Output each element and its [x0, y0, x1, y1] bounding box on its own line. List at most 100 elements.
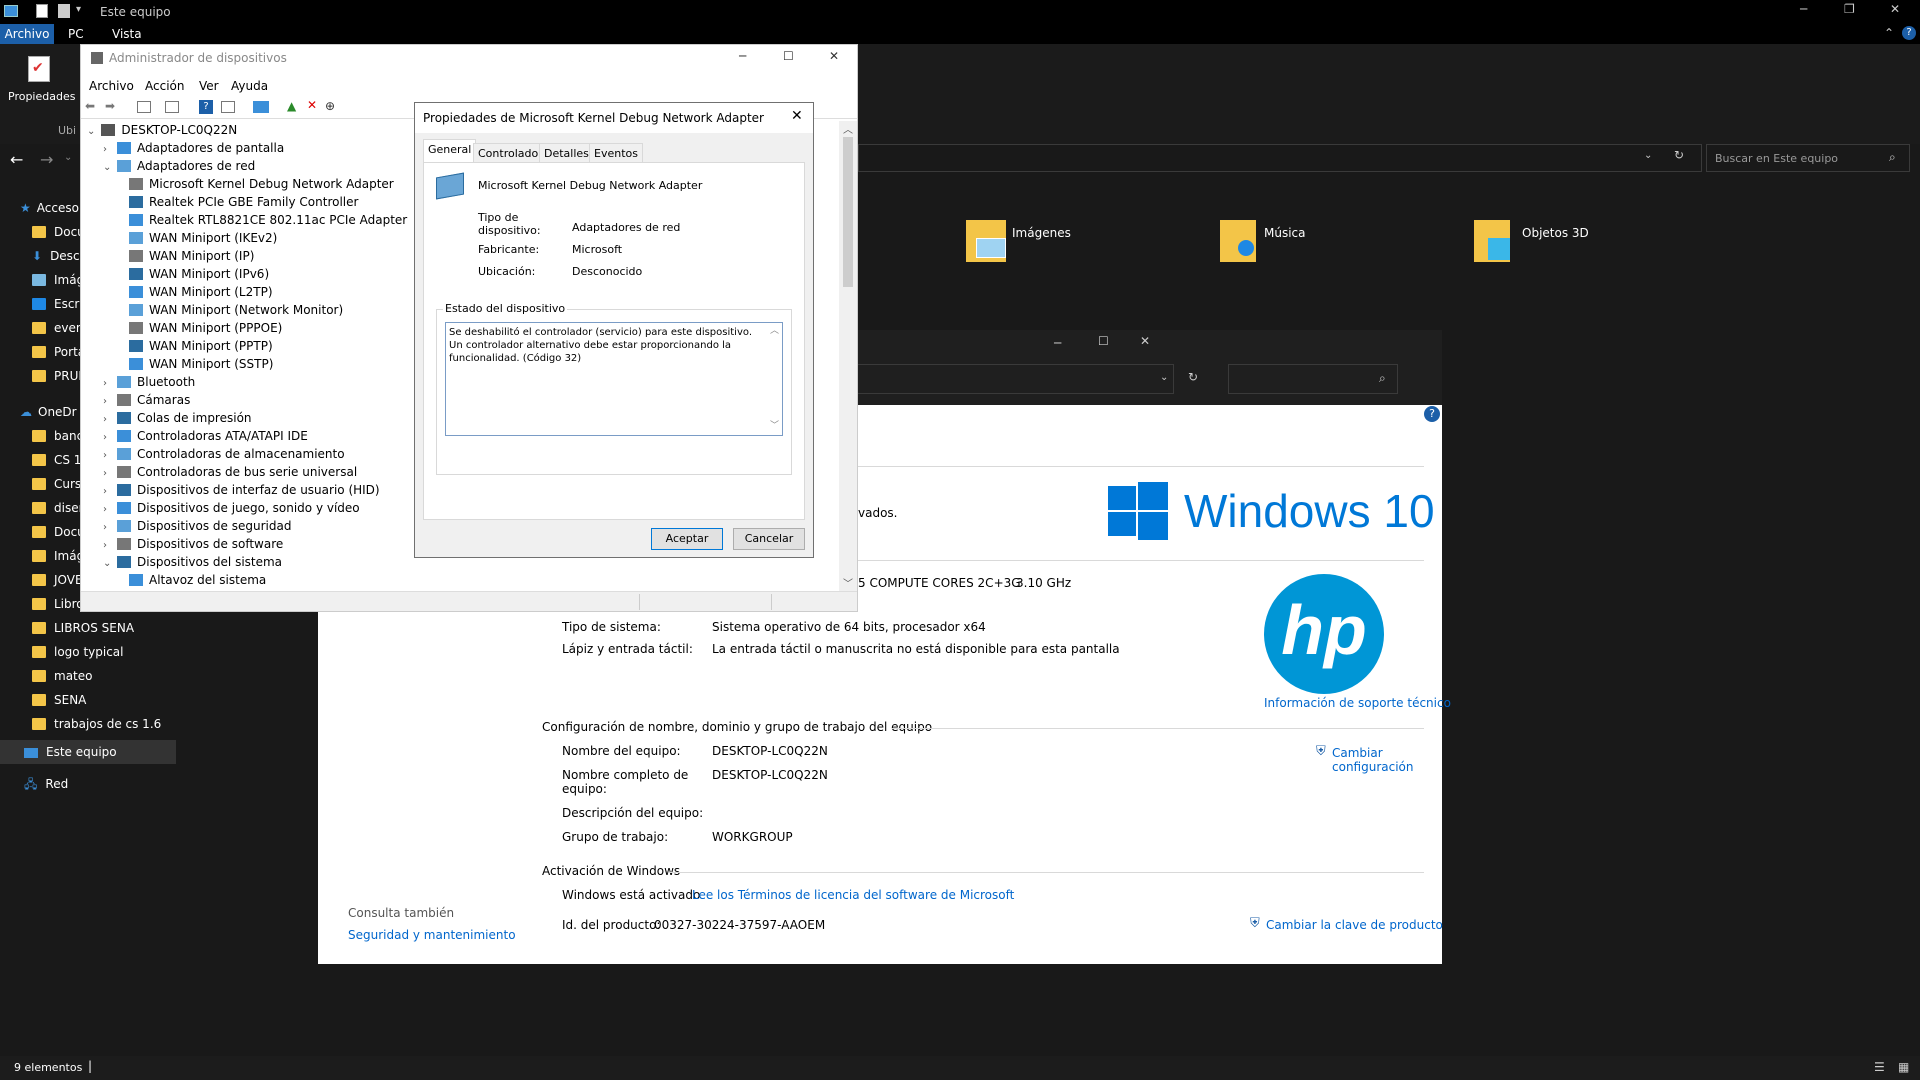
tree-item[interactable]: WAN Miniport (IPv6)	[129, 265, 269, 283]
close-icon[interactable]: ✕	[1140, 334, 1150, 348]
update-driver-icon[interactable]: ▲	[287, 99, 296, 113]
expanded-chevron-icon[interactable]: ⌄	[103, 555, 111, 573]
tree-item[interactable]: WAN Miniport (IKEv2)	[129, 229, 277, 247]
nav-item[interactable]: SENA	[32, 688, 190, 712]
menu-ayuda[interactable]: Ayuda	[231, 79, 268, 93]
help-toolbar-icon[interactable]: ?	[199, 100, 213, 114]
license-terms-link[interactable]: Lee los Términos de licencia del softwar…	[692, 888, 1014, 902]
minimize-icon[interactable]: ─	[1800, 2, 1807, 16]
tree-item[interactable]: › Bluetooth	[103, 373, 195, 391]
nav-network[interactable]: 🖧 Red	[24, 772, 182, 796]
tree-item[interactable]: › Dispositivos de interfaz de usuario (HI…	[103, 481, 380, 499]
tree-item[interactable]: › Dispositivos de software	[103, 535, 283, 553]
ribbon-collapse-icon[interactable]: ⌃	[1884, 26, 1894, 40]
minimize-icon[interactable]: ─	[739, 49, 746, 63]
tree-item[interactable]: WAN Miniport (SSTP)	[129, 355, 273, 373]
tab-pc[interactable]: PC	[68, 27, 84, 41]
nav-item[interactable]: trabajos de cs 1.6	[32, 712, 190, 736]
tree-item[interactable]: Realtek PCIe GBE Family Controller	[129, 193, 358, 211]
tree-item[interactable]: WAN Miniport (Network Monitor)	[129, 301, 343, 319]
folder-tile-imagenes[interactable]: Imágenes	[966, 218, 1116, 268]
menu-accion[interactable]: Acción	[145, 79, 184, 93]
recent-chevron-icon[interactable]: ⌄	[64, 152, 72, 163]
support-info-link[interactable]: Información de soporte técnico	[1264, 696, 1451, 710]
tab-controlador[interactable]: Controlador	[473, 143, 548, 163]
tiles-view-icon[interactable]: ▦	[1898, 1060, 1909, 1074]
close-icon[interactable]: ✕	[791, 108, 803, 124]
back-icon[interactable]: ⬅	[85, 99, 95, 113]
tree-item[interactable]: › Controladoras ATA/ATAPI IDE	[103, 427, 308, 445]
tree-item[interactable]: WAN Miniport (PPPOE)	[129, 319, 282, 337]
maximize-icon[interactable]: ❐	[1844, 2, 1855, 16]
minimize-icon[interactable]: ─	[1054, 336, 1061, 350]
tree-item[interactable]: › Controladoras de almacenamiento	[103, 445, 345, 463]
scan-hardware-icon[interactable]	[253, 101, 269, 113]
tree-item[interactable]: WAN Miniport (L2TP)	[129, 283, 273, 301]
uninstall-icon[interactable]: ✕	[307, 98, 317, 112]
properties-toolbar-icon[interactable]	[165, 101, 179, 113]
device-status-textbox[interactable]: Se deshabilitó el controlador (servicio)…	[445, 322, 783, 436]
tree-scrollbar[interactable]: ︿ ﹀	[839, 121, 857, 591]
tree-item[interactable]: ⌄ Adaptadores de red	[103, 157, 255, 175]
search-input[interactable]: Buscar en Este equipo ⌕	[1706, 144, 1910, 172]
close-icon[interactable]: ✕	[1890, 2, 1900, 16]
folder-tile-objetos-3d[interactable]: Objetos 3D	[1474, 218, 1634, 268]
tree-item[interactable]: Realtek RTL8821CE 802.11ac PCIe Adapter	[129, 211, 407, 229]
address-dropdown-icon[interactable]: ⌄	[1160, 372, 1168, 383]
tree-item[interactable]: ⌄ Dispositivos del sistema	[103, 553, 282, 571]
back-arrow-icon[interactable]: ←	[10, 150, 23, 169]
help-icon[interactable]: ?	[1902, 26, 1916, 40]
properties-button[interactable]: Propiedades	[8, 90, 75, 103]
tab-general[interactable]: General	[423, 139, 477, 163]
scroll-up-icon[interactable]: ︿	[770, 325, 779, 338]
tree-root[interactable]: ⌄ DESKTOP-LC0Q22N	[87, 121, 237, 139]
nav-this-pc[interactable]: Este equipo	[0, 740, 176, 764]
tab-eventos[interactable]: Eventos	[589, 143, 643, 163]
tab-detalles[interactable]: Detalles	[539, 143, 594, 163]
change-product-key-link[interactable]: Cambiar la clave de producto	[1266, 918, 1443, 932]
menu-archivo[interactable]: Archivo	[89, 79, 134, 93]
new-folder-qat-icon[interactable]	[58, 4, 70, 18]
tree-view-icon[interactable]	[137, 101, 151, 113]
cancel-button[interactable]: Cancelar	[733, 528, 805, 550]
view-toolbar-icon[interactable]	[221, 101, 235, 113]
details-view-icon[interactable]: ☰	[1874, 1060, 1885, 1074]
help-icon[interactable]: ?	[1424, 406, 1440, 422]
system-search-input[interactable]: ⌕	[1228, 364, 1398, 394]
maximize-icon[interactable]: ☐	[783, 49, 794, 63]
tree-item[interactable]: Altavoz del sistema	[129, 571, 266, 589]
tree-item[interactable]: › Controladoras de bus serie universal	[103, 463, 357, 481]
forward-arrow-icon[interactable]: →	[40, 150, 53, 169]
tree-item[interactable]: WAN Miniport (PPTP)	[129, 337, 273, 355]
tree-item[interactable]: › Dispositivos de juego, sonido y vídeo	[103, 499, 360, 517]
change-settings-link[interactable]: Cambiar	[1332, 746, 1383, 760]
address-box[interactable]	[858, 144, 1702, 172]
change-settings-link-2[interactable]: configuración	[1332, 760, 1414, 774]
expanded-chevron-icon[interactable]: ⌄	[103, 159, 111, 177]
address-dropdown-icon[interactable]: ⌄	[1644, 150, 1652, 161]
tree-item[interactable]: › Dispositivos de seguridad	[103, 517, 291, 535]
ok-button[interactable]: Aceptar	[651, 528, 723, 550]
tree-item[interactable]: WAN Miniport (IP)	[129, 247, 254, 265]
nav-item[interactable]: mateo	[32, 664, 190, 688]
scroll-down-icon[interactable]: ﹀	[843, 575, 853, 590]
close-icon[interactable]: ✕	[829, 49, 839, 63]
folder-tile-musica[interactable]: Música	[1220, 218, 1370, 268]
tree-item[interactable]: › Colas de impresión	[103, 409, 252, 427]
scroll-thumb[interactable]	[843, 137, 853, 287]
refresh-icon[interactable]: ↻	[1188, 370, 1198, 384]
tree-item[interactable]: › Adaptadores de pantalla	[103, 139, 284, 157]
security-maintenance-link[interactable]: Seguridad y mantenimiento	[348, 928, 516, 942]
qat-dropdown-icon[interactable]: ▾	[76, 4, 81, 15]
tab-archivo[interactable]: Archivo	[0, 24, 54, 44]
forward-icon[interactable]: ➡	[105, 99, 115, 113]
scroll-up-icon[interactable]: ︿	[843, 121, 853, 136]
tree-item[interactable]: Microsoft Kernel Debug Network Adapter	[129, 175, 394, 193]
refresh-icon[interactable]: ↻	[1674, 148, 1684, 162]
tab-vista[interactable]: Vista	[112, 27, 142, 41]
tree-item[interactable]: › Cámaras	[103, 391, 190, 409]
properties-qat-icon[interactable]	[36, 4, 48, 18]
scroll-down-icon[interactable]: ﹀	[770, 420, 779, 433]
nav-item[interactable]: LIBROS SENA	[32, 616, 190, 640]
download-driver-icon[interactable]: ⊕	[325, 99, 335, 113]
